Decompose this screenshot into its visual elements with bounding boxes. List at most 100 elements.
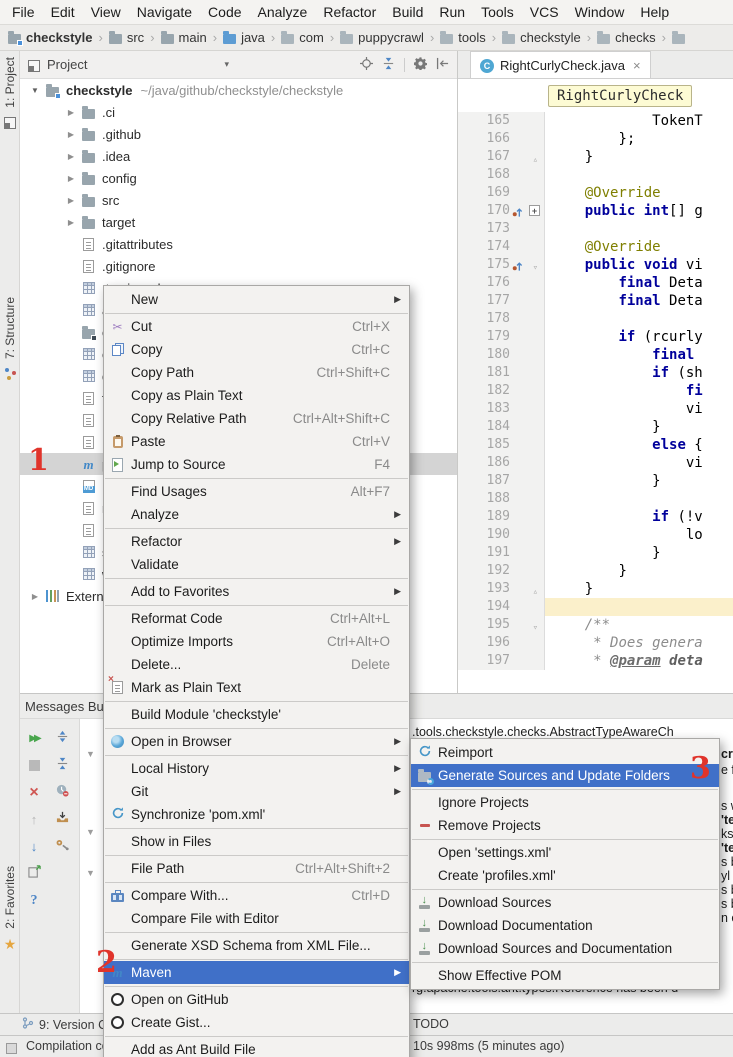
maven-submenu-item-download-sources[interactable]: Download Sources (411, 891, 719, 914)
menubar-item-vcs[interactable]: VCS (522, 0, 567, 24)
menubar-item-navigate[interactable]: Navigate (129, 0, 200, 24)
help-button[interactable]: ? (23, 890, 45, 912)
context-menu-item-cut[interactable]: ✂CutCtrl+X (104, 315, 409, 338)
collapse-all-button[interactable] (51, 755, 73, 777)
context-menu-item-git[interactable]: Git▶ (104, 780, 409, 803)
context-menu-item-new[interactable]: New▶ (104, 288, 409, 311)
context-menu-item-local-history[interactable]: Local History▶ (104, 757, 409, 780)
menubar-item-code[interactable]: Code (200, 0, 249, 24)
menubar-item-edit[interactable]: Edit (43, 0, 83, 24)
export-tray-button[interactable] (51, 809, 73, 831)
view-dropdown-icon[interactable]: ▾ (224, 59, 229, 70)
tree-row-checkstyle[interactable]: ▼checkstyle~/java/github/checkstyle/chec… (20, 79, 457, 101)
tree-node-arrow-icon[interactable]: ▼ (86, 868, 95, 878)
maven-submenu-item-generate-sources-and-update-folders[interactable]: Generate Sources and Update Folders (411, 764, 719, 787)
context-menu-item-validate[interactable]: Validate (104, 553, 409, 576)
context-menu-item-generate-xsd-schema-from-xml-file[interactable]: Generate XSD Schema from XML File... (104, 934, 409, 957)
tree-node-arrow-icon[interactable]: ▼ (86, 827, 95, 837)
menubar-item-analyze[interactable]: Analyze (250, 0, 316, 24)
context-menu-item-open-in-browser[interactable]: Open in Browser▶ (104, 730, 409, 753)
context-menu-item-analyze[interactable]: Analyze▶ (104, 503, 409, 526)
context-menu-item-add-as-ant-build-file[interactable]: Add as Ant Build File (104, 1038, 409, 1057)
context-menu-item-create-gist[interactable]: Create Gist... (104, 1011, 409, 1034)
settings-wrench-button[interactable] (51, 836, 73, 858)
context-menu-item-mark-as-plain-text[interactable]: Mark as Plain Text (104, 676, 409, 699)
breadcrumb-item-tools[interactable]: tools (440, 30, 485, 45)
fold-expand-icon[interactable]: + (529, 205, 540, 216)
context-menu-item-reformat-code[interactable]: Reformat CodeCtrl+Alt+L (104, 607, 409, 630)
context-menu-item-find-usages[interactable]: Find UsagesAlt+F7 (104, 480, 409, 503)
tab-rightcurlycheck-java[interactable]: C RightCurlyCheck.java × (470, 51, 651, 78)
maven-submenu-item-ignore-projects[interactable]: Ignore Projects (411, 791, 719, 814)
maven-submenu-item-show-effective-pom[interactable]: Show Effective POM (411, 964, 719, 987)
stripe-button-project[interactable]: 1: Project (0, 57, 20, 129)
breadcrumb-item-java[interactable]: java (223, 30, 265, 45)
tree-row-gitignore[interactable]: .gitignore (20, 255, 457, 277)
breadcrumb-item-checkstyle[interactable]: checkstyle (502, 30, 581, 45)
tree-row-idea[interactable]: ▶.idea (20, 145, 457, 167)
maven-submenu-item-open-settings-xml[interactable]: Open 'settings.xml' (411, 841, 719, 864)
quick-access-button[interactable] (6, 1041, 17, 1055)
close-button[interactable]: × (23, 782, 45, 804)
menubar-item-help[interactable]: Help (632, 0, 677, 24)
menubar-item-file[interactable]: File (4, 0, 43, 24)
maven-submenu-item-download-sources-and-documentation[interactable]: Download Sources and Documentation (411, 937, 719, 960)
tree-row-github[interactable]: ▶.github (20, 123, 457, 145)
menubar-item-refactor[interactable]: Refactor (315, 0, 384, 24)
context-menu-item-show-in-files[interactable]: Show in Files (104, 830, 409, 853)
down-button[interactable]: ↓ (23, 836, 45, 858)
tree-row-gitattributes[interactable]: .gitattributes (20, 233, 457, 255)
collapse-all-button[interactable] (382, 56, 395, 73)
breadcrumb-item-src[interactable]: src (109, 30, 144, 45)
tree-row-target[interactable]: ▶target (20, 211, 457, 233)
menubar-item-build[interactable]: Build (384, 0, 431, 24)
export-button[interactable] (23, 863, 45, 885)
context-menu-item-compare-with[interactable]: Compare With...Ctrl+D (104, 884, 409, 907)
hide-panel-button[interactable] (436, 56, 449, 73)
rerun-button[interactable]: ▶▶ (23, 728, 45, 750)
tree-row-src[interactable]: ▶src (20, 189, 457, 211)
context-menu-item-copy-as-plain-text[interactable]: Copy as Plain Text (104, 384, 409, 407)
tree-row-ci[interactable]: ▶.ci (20, 101, 457, 123)
menubar-item-tools[interactable]: Tools (473, 0, 522, 24)
stop-button[interactable] (23, 755, 45, 777)
context-menu-item-jump-to-source[interactable]: Jump to SourceF4 (104, 453, 409, 476)
context-menu-item-synchronize-pom-xml[interactable]: Synchronize 'pom.xml' (104, 803, 409, 826)
toolwindow-button-todo[interactable]: TODO (413, 1014, 449, 1035)
settings-button[interactable] (414, 56, 427, 73)
context-menu-item-compare-file-with-editor[interactable]: Compare File with Editor (104, 907, 409, 930)
maven-submenu-item-create-profiles-xml[interactable]: Create 'profiles.xml' (411, 864, 719, 887)
context-menu-item-copy-relative-path[interactable]: Copy Relative PathCtrl+Alt+Shift+C (104, 407, 409, 430)
context-menu-item-refactor[interactable]: Refactor▶ (104, 530, 409, 553)
context-menu-item-paste[interactable]: PasteCtrl+V (104, 430, 409, 453)
breadcrumb-item-puppycrawl[interactable]: puppycrawl (340, 30, 424, 45)
breadcrumb-item-checks[interactable]: checks (597, 30, 655, 45)
tree-node-arrow-icon[interactable]: ▼ (86, 749, 95, 759)
context-menu-item-open-on-github[interactable]: Open on GitHub (104, 988, 409, 1011)
context-menu-item-add-to-favorites[interactable]: Add to Favorites▶ (104, 580, 409, 603)
breadcrumb-item-com[interactable]: com (281, 30, 324, 45)
context-menu-item-build-module-checkstyle[interactable]: Build Module 'checkstyle' (104, 703, 409, 726)
context-menu-item-delete[interactable]: Delete...Delete (104, 653, 409, 676)
context-menu-item-maven[interactable]: mMaven▶ (104, 961, 409, 984)
context-menu-item-copy[interactable]: CopyCtrl+C (104, 338, 409, 361)
stripe-button-structure[interactable]: 7: Structure (0, 297, 20, 380)
menubar-item-run[interactable]: Run (431, 0, 473, 24)
tab-close-icon[interactable]: × (633, 58, 641, 73)
code-area[interactable]: 165 TokenT166 };167▵ }168169 @Override17… (458, 112, 733, 693)
stripe-button-favorites[interactable]: 2: Favorites ★ (0, 866, 20, 951)
context-menu-item-optimize-imports[interactable]: Optimize ImportsCtrl+Alt+O (104, 630, 409, 653)
breadcrumb-item-checkstyle[interactable]: checkstyle (8, 30, 93, 45)
breadcrumb-item-main[interactable]: main (161, 30, 207, 45)
maven-submenu-item-reimport[interactable]: Reimport (411, 741, 719, 764)
context-menu-item-file-path[interactable]: File PathCtrl+Alt+Shift+2 (104, 857, 409, 880)
menubar-item-window[interactable]: Window (567, 0, 633, 24)
locate-button[interactable] (360, 56, 373, 73)
menubar-item-view[interactable]: View (83, 0, 129, 24)
maven-submenu-item-download-documentation[interactable]: Download Documentation (411, 914, 719, 937)
expand-all-button[interactable] (51, 728, 73, 750)
tree-row-config[interactable]: ▶config (20, 167, 457, 189)
context-menu-item-copy-path[interactable]: Copy PathCtrl+Shift+C (104, 361, 409, 384)
up-button[interactable]: ↑ (23, 809, 45, 831)
hide-warnings-button[interactable] (51, 782, 73, 804)
